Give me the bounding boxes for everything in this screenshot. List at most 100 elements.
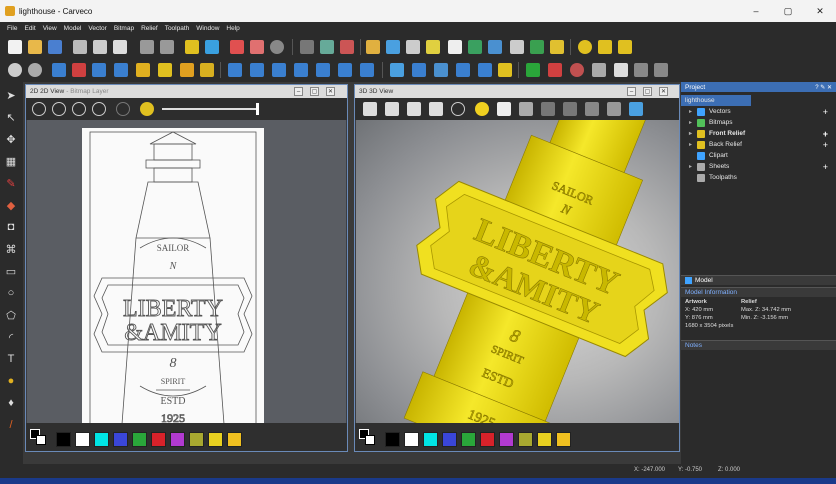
pentagon-icon[interactable] <box>634 63 648 77</box>
shape-icon[interactable] <box>300 40 314 54</box>
relief-blue-2-icon[interactable] <box>92 63 106 77</box>
swatch-white[interactable] <box>75 432 90 447</box>
minimize-button[interactable]: – <box>740 0 772 22</box>
paint-icon[interactable]: / <box>4 418 18 432</box>
texture-icon[interactable] <box>498 63 512 77</box>
maximize-button[interactable]: ▢ <box>772 0 804 22</box>
group-icon[interactable] <box>530 40 544 54</box>
relief-blue-4-icon[interactable] <box>228 63 242 77</box>
zoom-fit-icon[interactable] <box>72 102 86 116</box>
counter-icon[interactable] <box>270 40 284 54</box>
expand-arrow-icon[interactable]: ▸ <box>689 130 697 137</box>
side-view-icon[interactable] <box>407 102 421 116</box>
eraser-icon[interactable] <box>72 63 86 77</box>
light-icon[interactable] <box>140 102 154 116</box>
menu-bitmap[interactable]: Bitmap <box>114 25 134 32</box>
relief-yellow-3-icon[interactable] <box>180 63 194 77</box>
brush-icon[interactable]: ♦ <box>4 396 18 410</box>
menu-vector[interactable]: Vector <box>88 25 106 32</box>
relief-blue-12-icon[interactable] <box>412 63 426 77</box>
view-2d-close[interactable]: ✕ <box>326 87 335 96</box>
tree-item-vectors[interactable]: ▸ Vectors + <box>681 106 836 117</box>
box-select-icon[interactable] <box>614 63 628 77</box>
menu-help[interactable]: Help <box>226 25 239 32</box>
curve-tool-icon[interactable] <box>426 40 440 54</box>
wrap-icon[interactable] <box>28 63 42 77</box>
select-arrow-icon[interactable]: ➤ <box>4 88 18 102</box>
weld-icon[interactable] <box>550 40 564 54</box>
swatch-olive[interactable] <box>518 432 533 447</box>
save-icon[interactable] <box>48 40 62 54</box>
project-root[interactable]: lighthouse <box>681 95 751 106</box>
relief-blue-13-icon[interactable] <box>434 63 448 77</box>
swatch-red[interactable] <box>480 432 495 447</box>
relief-yellow-1-icon[interactable] <box>136 63 150 77</box>
view-3d-minimize[interactable]: – <box>627 87 636 96</box>
menu-window[interactable]: Window <box>196 25 219 32</box>
notes-header[interactable]: Notes <box>681 340 836 350</box>
fill-icon[interactable]: ◘ <box>4 220 18 234</box>
eraser-tool-icon[interactable]: ◆ <box>4 198 18 212</box>
expand-arrow-icon[interactable]: ▸ <box>689 108 697 115</box>
path-icon[interactable] <box>598 40 612 54</box>
swatch-cyan[interactable] <box>94 432 109 447</box>
relief-blue-5-icon[interactable] <box>250 63 264 77</box>
eye-icon[interactable] <box>468 40 482 54</box>
copy-icon[interactable] <box>93 40 107 54</box>
layer-red-icon[interactable] <box>230 40 244 54</box>
relief-tool-icon[interactable] <box>185 40 199 54</box>
drop-icon[interactable]: ● <box>4 374 18 388</box>
swatch-white[interactable] <box>404 432 419 447</box>
tree-item-bitmaps[interactable]: ▸ Bitmaps <box>681 117 836 128</box>
view-2d-restore[interactable]: ▢ <box>310 87 319 96</box>
relief-blue-11-icon[interactable] <box>390 63 404 77</box>
material-icon[interactable] <box>497 102 511 116</box>
pencil-icon[interactable]: ✎ <box>4 176 18 190</box>
view-2d-canvas[interactable]: SAILOR N LIBERTY &AMITY 8 SPIRIT ESTD 19… <box>27 120 346 425</box>
model-info-header[interactable]: Model Information <box>681 287 836 297</box>
relief-yellow-4-icon[interactable] <box>200 63 214 77</box>
relief-blue-14-icon[interactable] <box>456 63 470 77</box>
diamond-icon[interactable] <box>320 40 334 54</box>
menu-model[interactable]: Model <box>64 25 82 32</box>
transform-icon[interactable] <box>488 40 502 54</box>
swatch-yellow[interactable] <box>208 432 223 447</box>
add-sheet-icon[interactable]: + <box>823 162 828 172</box>
swatch-cyan[interactable] <box>423 432 438 447</box>
square-icon[interactable] <box>654 63 668 77</box>
menu-edit[interactable]: Edit <box>24 25 35 32</box>
polygon-icon[interactable]: ⬠ <box>4 308 18 322</box>
swatch-black[interactable] <box>385 432 400 447</box>
relief-blue-3-icon[interactable] <box>114 63 128 77</box>
align-icon[interactable] <box>510 40 524 54</box>
paste-icon[interactable] <box>113 40 127 54</box>
zoom-3d-icon[interactable] <box>451 102 465 116</box>
node-edit-icon[interactable]: ↖ <box>4 110 18 124</box>
view-3d-canvas[interactable]: SAILOR N LIBERTY &AMITY 8 SPIRIT ESTD 19… <box>356 120 679 423</box>
opacity-slider-handle[interactable] <box>256 103 259 115</box>
swatch-olive[interactable] <box>189 432 204 447</box>
add-vector-icon[interactable]: + <box>823 107 828 117</box>
view-3d-close[interactable]: ✕ <box>659 87 668 96</box>
light-bulb-icon[interactable] <box>475 102 489 116</box>
rectangle-icon[interactable]: ▭ <box>4 264 18 278</box>
iso-view-icon[interactable] <box>363 102 377 116</box>
star-view-icon[interactable] <box>629 102 643 116</box>
swatch-purple[interactable] <box>499 432 514 447</box>
wave-icon[interactable] <box>618 40 632 54</box>
zoom-in-icon[interactable] <box>32 102 46 116</box>
star-burst-icon[interactable] <box>448 40 462 54</box>
relief-blue-6-icon[interactable] <box>272 63 286 77</box>
tree-item-front-relief[interactable]: ▸ Front Relief + <box>681 128 836 139</box>
top-view-icon[interactable] <box>429 102 443 116</box>
relief-blue-1-icon[interactable] <box>52 63 66 77</box>
node-tool-icon[interactable] <box>406 40 420 54</box>
expand-arrow-icon[interactable]: ▸ <box>689 141 697 148</box>
flag-icon[interactable] <box>250 40 264 54</box>
open-folder-icon[interactable] <box>28 40 42 54</box>
redo-icon[interactable] <box>160 40 174 54</box>
swatch-black[interactable] <box>56 432 71 447</box>
expand-arrow-icon[interactable]: ▸ <box>689 119 697 126</box>
add-front-relief-icon[interactable]: + <box>823 129 828 139</box>
crop-icon[interactable]: ▦ <box>4 154 18 168</box>
